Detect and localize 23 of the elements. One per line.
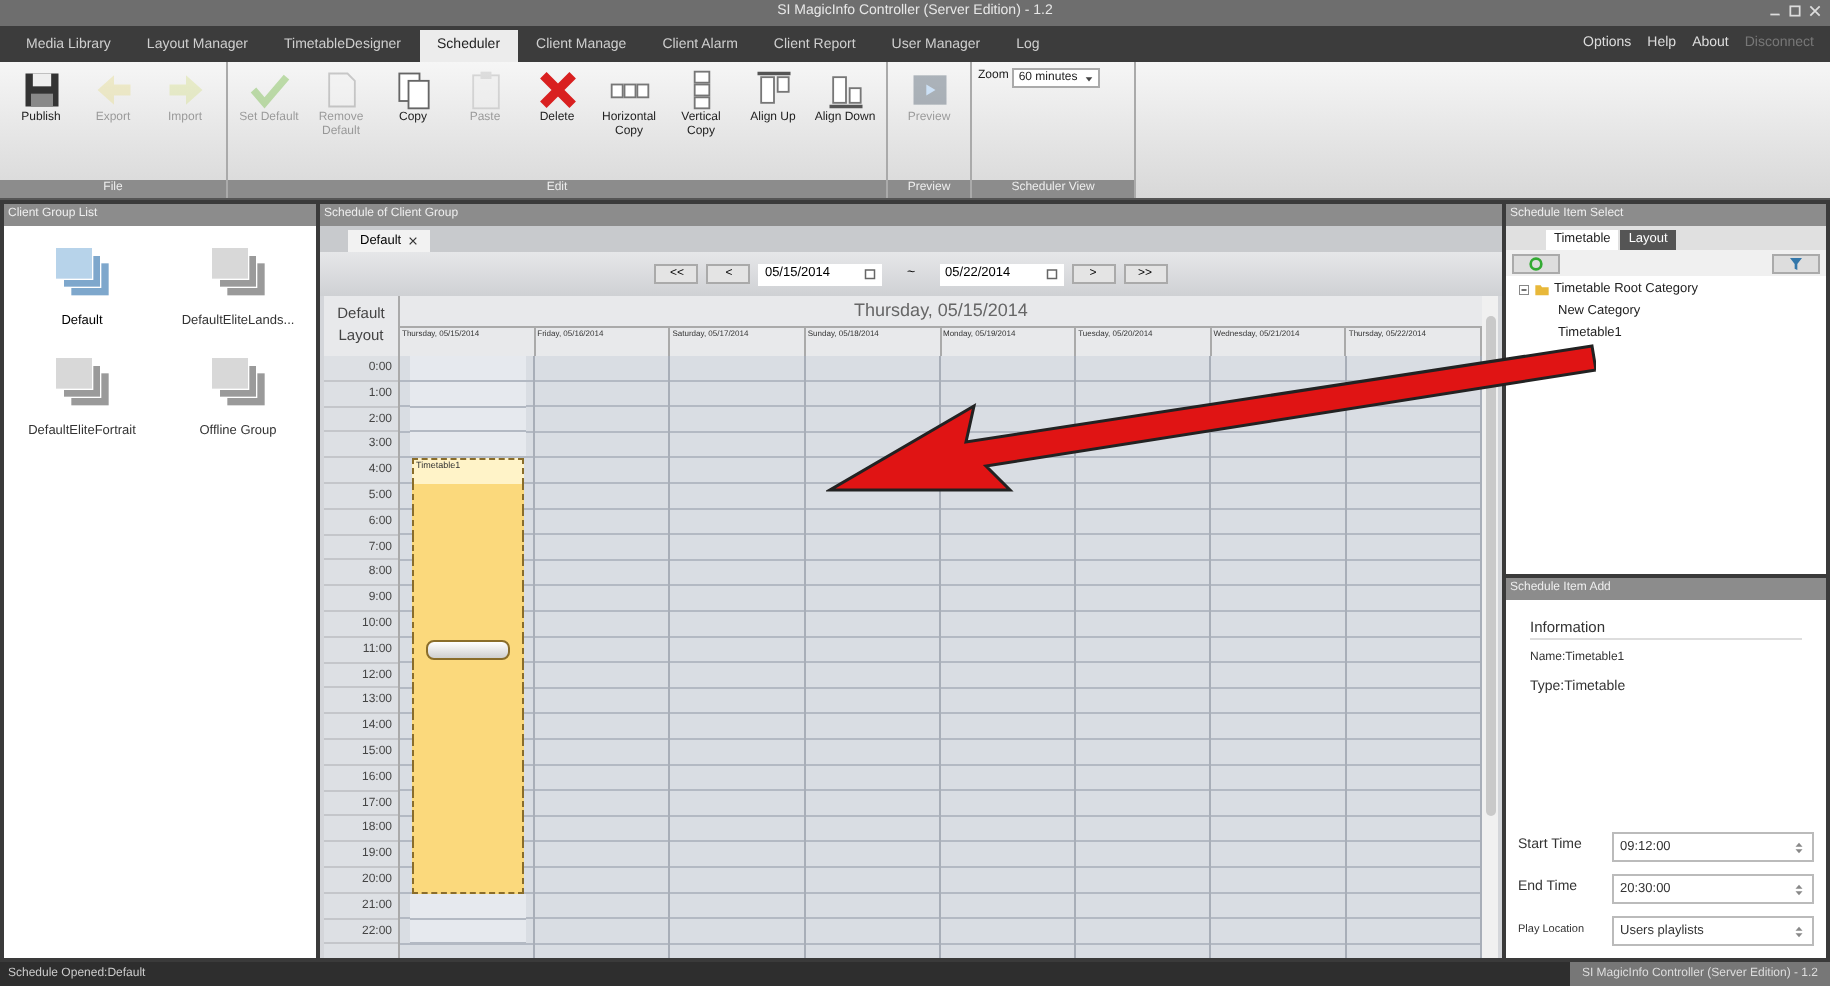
scrollbar[interactable] <box>1482 296 1498 958</box>
filter-icon <box>1788 255 1804 271</box>
spinner-arrows-icon <box>1792 879 1806 899</box>
event-slot[interactable] <box>412 611 524 638</box>
maximize-icon <box>1788 4 1802 18</box>
spinner-arrows-icon <box>1792 921 1806 941</box>
time-slot[interactable] <box>410 432 526 459</box>
caret-icon <box>1083 73 1094 83</box>
collapse-icon[interactable] <box>1518 283 1530 296</box>
event-slot[interactable] <box>412 483 524 510</box>
event-slot[interactable] <box>412 663 524 689</box>
event-slot[interactable] <box>412 637 524 664</box>
time-slot[interactable] <box>410 893 526 920</box>
close-icon <box>407 236 418 246</box>
date-heading: Thursday, 05/15/2014 <box>852 298 1030 324</box>
refresh-button[interactable] <box>1512 253 1560 273</box>
folder-icon <box>1534 281 1550 298</box>
filter-button[interactable] <box>1772 253 1820 273</box>
spinner-arrows-icon <box>1792 837 1806 857</box>
close-icon <box>1808 4 1822 18</box>
event-slot[interactable] <box>412 867 524 894</box>
delete-icon <box>535 68 579 112</box>
resize-handle[interactable] <box>426 639 510 661</box>
